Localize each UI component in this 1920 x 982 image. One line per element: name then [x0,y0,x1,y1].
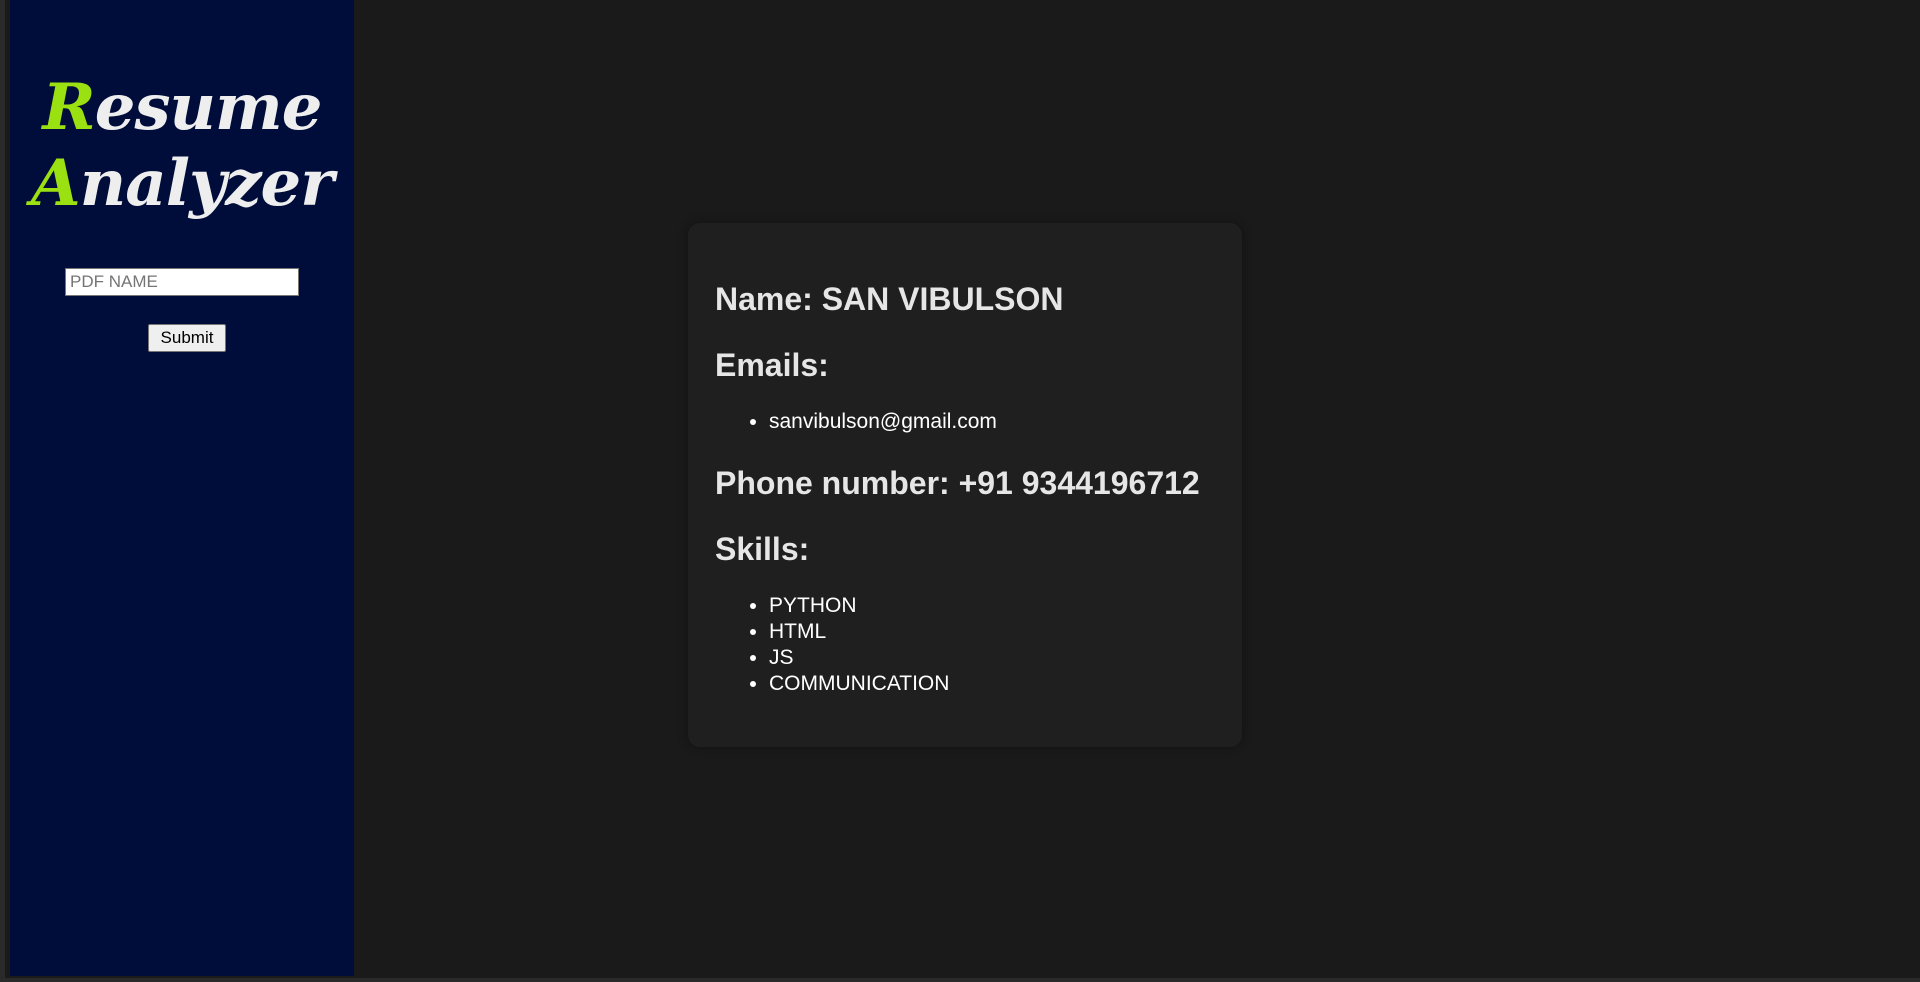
logo-initial-r: R [42,70,96,145]
logo-text-esume: esume [94,70,323,145]
skill-list-item: PYTHON [769,593,949,619]
sidebar: Resume Analyzer Submit [10,0,354,976]
resume-result-card: Name: SAN VIBULSON Emails: sanvibulson@g… [688,223,1242,747]
emails-heading: Emails: [715,347,829,383]
logo-text-nalyzer: nalyzer [79,146,334,221]
skills-heading: Skills: [715,531,810,567]
pdf-name-input[interactable] [65,268,299,296]
logo-initial-a: A [31,146,81,221]
app-window: Resume Analyzer Submit Name: SAN VIBULSO… [0,0,1920,982]
emails-list: sanvibulson@gmail.com [715,409,997,435]
skill-list-item: HTML [769,619,949,645]
name-heading: Name: SAN VIBULSON [715,281,1064,317]
skill-list-item: JS [769,645,949,671]
logo-line-2: Analyzer [10,146,354,222]
skills-list: PYTHONHTMLJSCOMMUNICATION [715,593,949,697]
submit-button[interactable]: Submit [148,324,226,352]
app-logo: Resume Analyzer [10,70,354,222]
skill-list-item: COMMUNICATION [769,671,949,697]
phone-heading: Phone number: +91 9344196712 [715,465,1200,501]
logo-line-1: Resume [10,70,354,146]
email-list-item: sanvibulson@gmail.com [769,409,997,435]
